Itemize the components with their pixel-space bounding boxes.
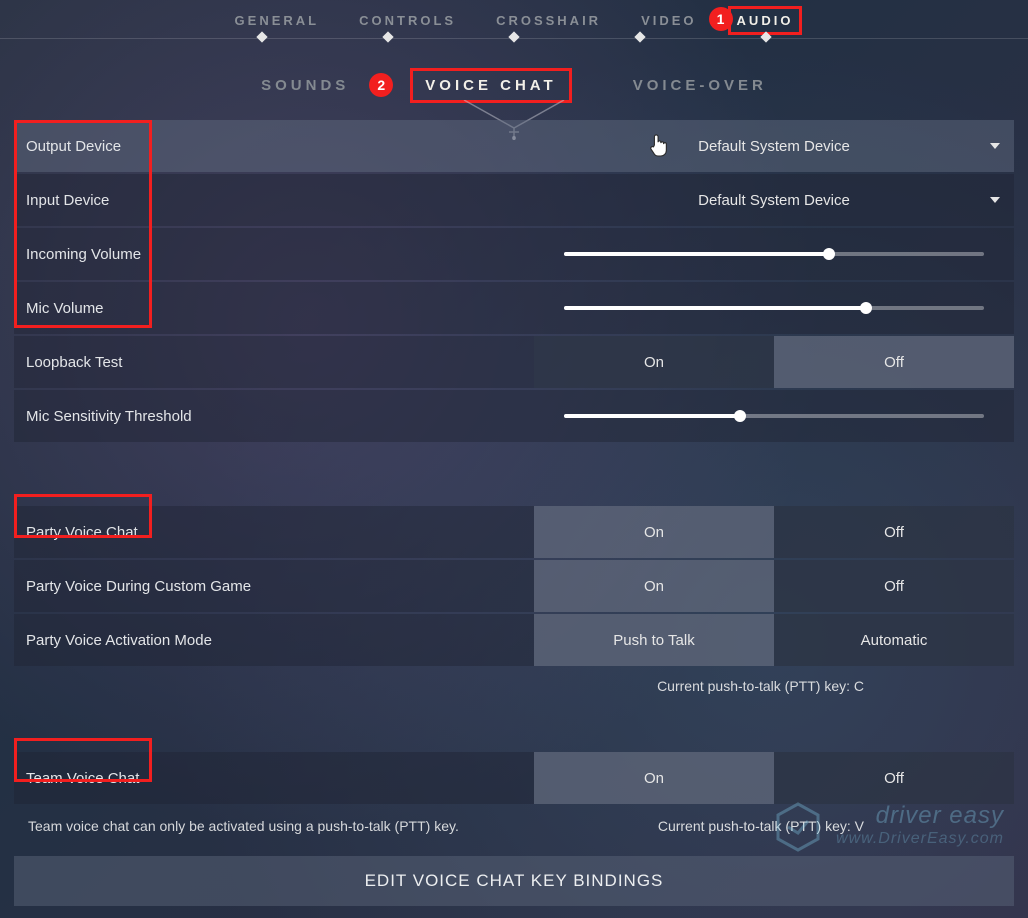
label-party-voice-custom: Party Voice During Custom Game [26, 578, 534, 595]
toggle-team-voice-off[interactable]: Off [774, 752, 1014, 804]
slider-thumb[interactable] [823, 248, 835, 260]
dropdown-output-device-value: Default System Device [698, 138, 850, 155]
settings-panel: Output Device Default System Device Inpu… [14, 120, 1014, 836]
slider-thumb[interactable] [860, 302, 872, 314]
toggle-party-voice-custom-off[interactable]: Off [774, 560, 1014, 612]
toggle-loopback-test: On Off [534, 336, 1014, 388]
row-party-activation: Party Voice Activation Mode Push to Talk… [14, 614, 1014, 666]
toggle-team-voice-on[interactable]: On [534, 752, 774, 804]
tab-video-label: VIDEO [641, 13, 696, 28]
nav-divider [0, 34, 1028, 44]
annotation-badge-2: 2 [369, 73, 393, 97]
chevron-down-icon [990, 197, 1000, 203]
label-loopback-test: Loopback Test [26, 354, 534, 371]
diamond-icon [256, 31, 267, 42]
row-loopback-test: Loopback Test On Off [14, 336, 1014, 388]
row-mic-sensitivity: Mic Sensitivity Threshold [14, 390, 1014, 442]
dropdown-input-device-value: Default System Device [698, 192, 850, 209]
row-input-device: Input Device Default System Device [14, 174, 1014, 226]
label-mic-sensitivity: Mic Sensitivity Threshold [26, 408, 534, 425]
diamond-icon [634, 31, 645, 42]
label-input-device: Input Device [26, 192, 534, 209]
toggle-party-activation: Push to Talk Automatic [534, 614, 1014, 666]
subtab-voice-chat[interactable]: VOICE CHAT [415, 73, 566, 98]
annotation-badge-1: 1 [709, 7, 733, 31]
note-team-voice-hint: Team voice chat can only be activated us… [14, 806, 459, 834]
subtab-sounds-label: SOUNDS [261, 77, 349, 94]
slider-incoming-volume[interactable] [564, 252, 984, 256]
toggle-party-activation-auto[interactable]: Automatic [774, 614, 1014, 666]
row-party-voice-chat: Party Voice Chat On Off [14, 506, 1014, 558]
tab-video[interactable]: VIDEO 1 [637, 11, 700, 30]
toggle-team-voice-chat: On Off [534, 752, 1014, 804]
row-party-voice-custom: Party Voice During Custom Game On Off [14, 560, 1014, 612]
toggle-party-voice-custom-on[interactable]: On [534, 560, 774, 612]
note-party-ptt-key: Current push-to-talk (PTT) key: C [657, 678, 864, 694]
tab-controls[interactable]: CONTROLS [355, 11, 460, 30]
slider-mic-sensitivity[interactable] [564, 414, 984, 418]
note-team-ptt-key: Current push-to-talk (PTT) key: V [658, 818, 864, 834]
subtab-voice-over[interactable]: VOICE-OVER [623, 73, 777, 98]
label-party-activation: Party Voice Activation Mode [26, 632, 534, 649]
row-output-device: Output Device Default System Device [14, 120, 1014, 172]
tab-crosshair[interactable]: CROSSHAIR [492, 11, 605, 30]
toggle-party-activation-ptt[interactable]: Push to Talk [534, 614, 774, 666]
toggle-party-voice-off[interactable]: Off [774, 506, 1014, 558]
subtab-sounds[interactable]: SOUNDS 2 [251, 73, 359, 98]
main-nav: GENERAL CONTROLS CROSSHAIR VIDEO 1 AUDIO [0, 0, 1028, 32]
chevron-down-icon [990, 143, 1000, 149]
slider-mic-volume[interactable] [564, 306, 984, 310]
label-team-voice-chat: Team Voice Chat [26, 770, 534, 787]
label-output-device: Output Device [26, 138, 534, 155]
row-incoming-volume: Incoming Volume [14, 228, 1014, 280]
toggle-party-voice-chat: On Off [534, 506, 1014, 558]
toggle-loopback-on[interactable]: On [534, 336, 774, 388]
label-party-voice-chat: Party Voice Chat [26, 524, 534, 541]
label-mic-volume: Mic Volume [26, 300, 534, 317]
slider-thumb[interactable] [734, 410, 746, 422]
diamond-icon [508, 31, 519, 42]
label-incoming-volume: Incoming Volume [26, 246, 534, 263]
toggle-loopback-off[interactable]: Off [774, 336, 1014, 388]
tab-general[interactable]: GENERAL [231, 11, 324, 30]
row-mic-volume: Mic Volume [14, 282, 1014, 334]
diamond-icon [760, 31, 771, 42]
edit-voice-chat-key-bindings-button[interactable]: EDIT VOICE CHAT KEY BINDINGS [14, 856, 1014, 906]
toggle-party-voice-custom: On Off [534, 560, 1014, 612]
dropdown-input-device[interactable]: Default System Device [534, 174, 1014, 226]
row-team-voice-chat: Team Voice Chat On Off [14, 752, 1014, 804]
diamond-icon [382, 31, 393, 42]
dropdown-output-device[interactable]: Default System Device [534, 120, 1014, 172]
sub-nav: SOUNDS 2 VOICE CHAT VOICE-OVER [0, 70, 1028, 100]
toggle-party-voice-on[interactable]: On [534, 506, 774, 558]
tab-audio[interactable]: AUDIO [733, 11, 798, 30]
